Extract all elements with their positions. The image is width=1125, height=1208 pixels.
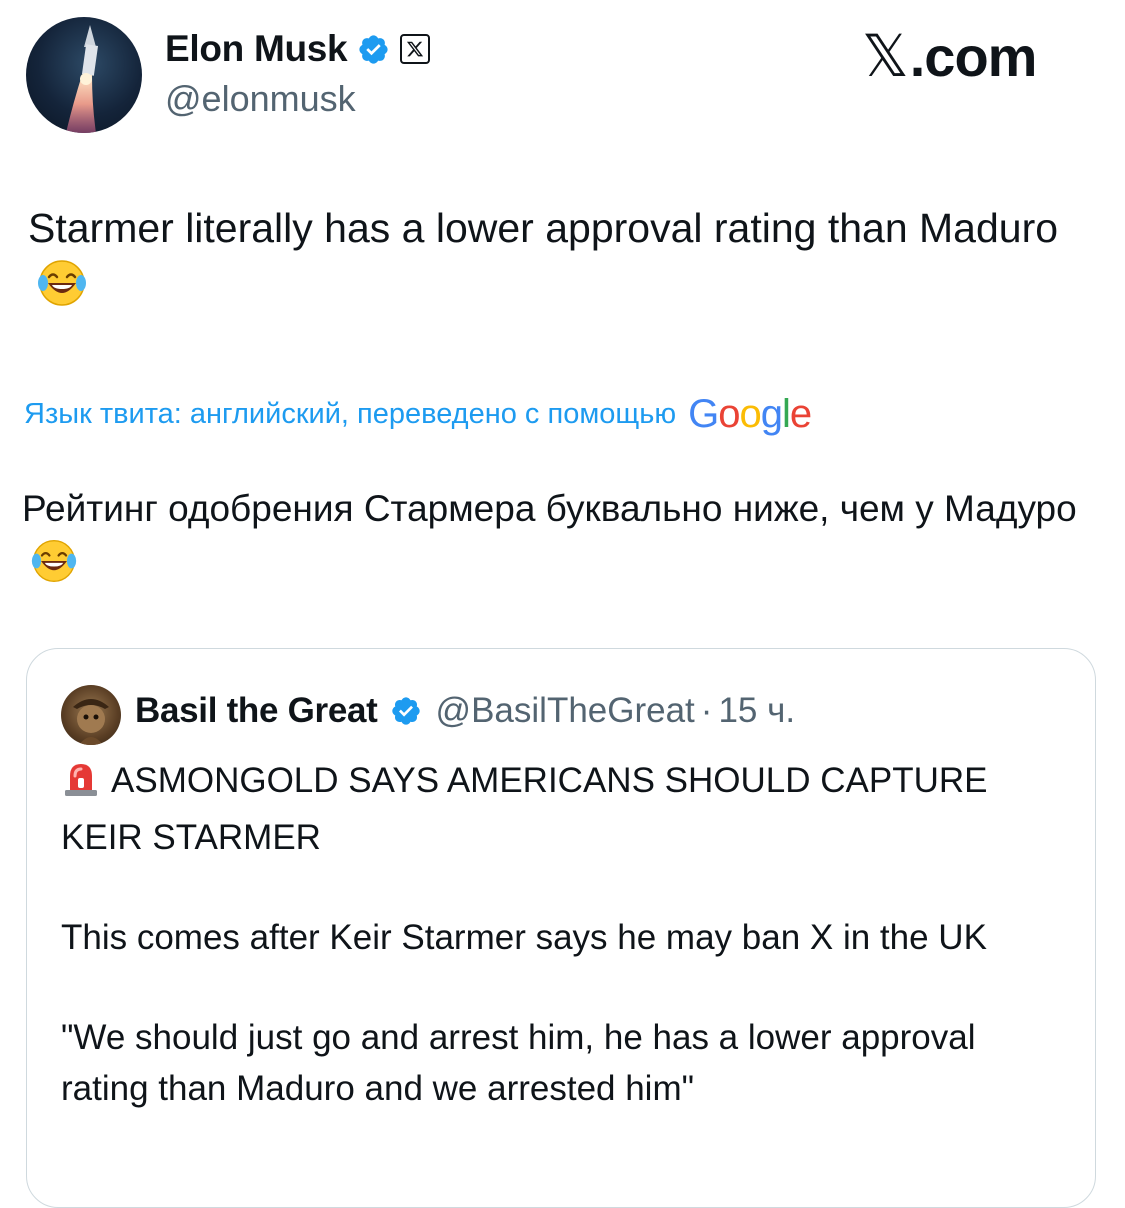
tweet-text: Starmer literally has a lower approval r… — [28, 200, 1088, 324]
author-name[interactable]: Elon Musk — [165, 28, 348, 70]
quoted-author-name[interactable]: Basil the Great — [135, 691, 378, 731]
tweet-body: Starmer literally has a lower approval r… — [28, 205, 1059, 251]
quoted-author-handle[interactable]: @BasilTheGreat — [436, 691, 695, 731]
author-avatar[interactable] — [26, 17, 142, 133]
quoted-timestamp[interactable]: 15 ч. — [718, 691, 795, 731]
translation-notice-text: Язык твита: английский, переведено с пом… — [24, 398, 677, 430]
google-logo: Google — [688, 392, 812, 436]
quoted-headline-text: ASMONGOLD SAYS AMERICANS SHOULD CAPTURE … — [61, 761, 988, 857]
quoted-paragraph: "We should just go and arrest him, he ha… — [61, 1018, 976, 1108]
quoted-paragraph: This comes after Keir Starmer says he ma… — [61, 918, 987, 957]
siren-emoji-icon — [61, 758, 101, 812]
translated-body: Рейтинг одобрения Стармера буквально ниж… — [22, 488, 1077, 529]
author-handle[interactable]: @elonmusk — [165, 78, 356, 120]
verified-badge-icon — [391, 697, 420, 725]
laughing-tears-emoji-icon — [30, 537, 78, 601]
x-logo-glyph: 𝕏 — [862, 22, 909, 90]
author-header: Elon Musk — [165, 28, 431, 70]
quoted-tweet-card[interactable]: Basil the Great @BasilTheGreat · 15 ч. A… — [26, 648, 1096, 1208]
quoted-author-avatar[interactable] — [61, 685, 121, 745]
x-brand-logo: 𝕏 .com — [862, 22, 1038, 90]
quoted-body: ASMONGOLD SAYS AMERICANS SHOULD CAPTURE … — [61, 755, 1071, 1163]
x-affiliation-icon — [400, 34, 431, 64]
separator-dot: · — [700, 691, 713, 730]
translated-text: Рейтинг одобрения Стармера буквально ниж… — [22, 481, 1082, 601]
quoted-headline: ASMONGOLD SAYS AMERICANS SHOULD CAPTURE … — [61, 755, 1071, 863]
quoted-header: Basil the Great @BasilTheGreat · 15 ч. — [135, 691, 795, 731]
laughing-tears-emoji-icon — [36, 257, 88, 324]
translation-notice[interactable]: Язык твита: английский, переведено с пом… — [24, 392, 812, 437]
verified-badge-icon — [359, 34, 388, 64]
brand-suffix: .com — [909, 24, 1038, 88]
